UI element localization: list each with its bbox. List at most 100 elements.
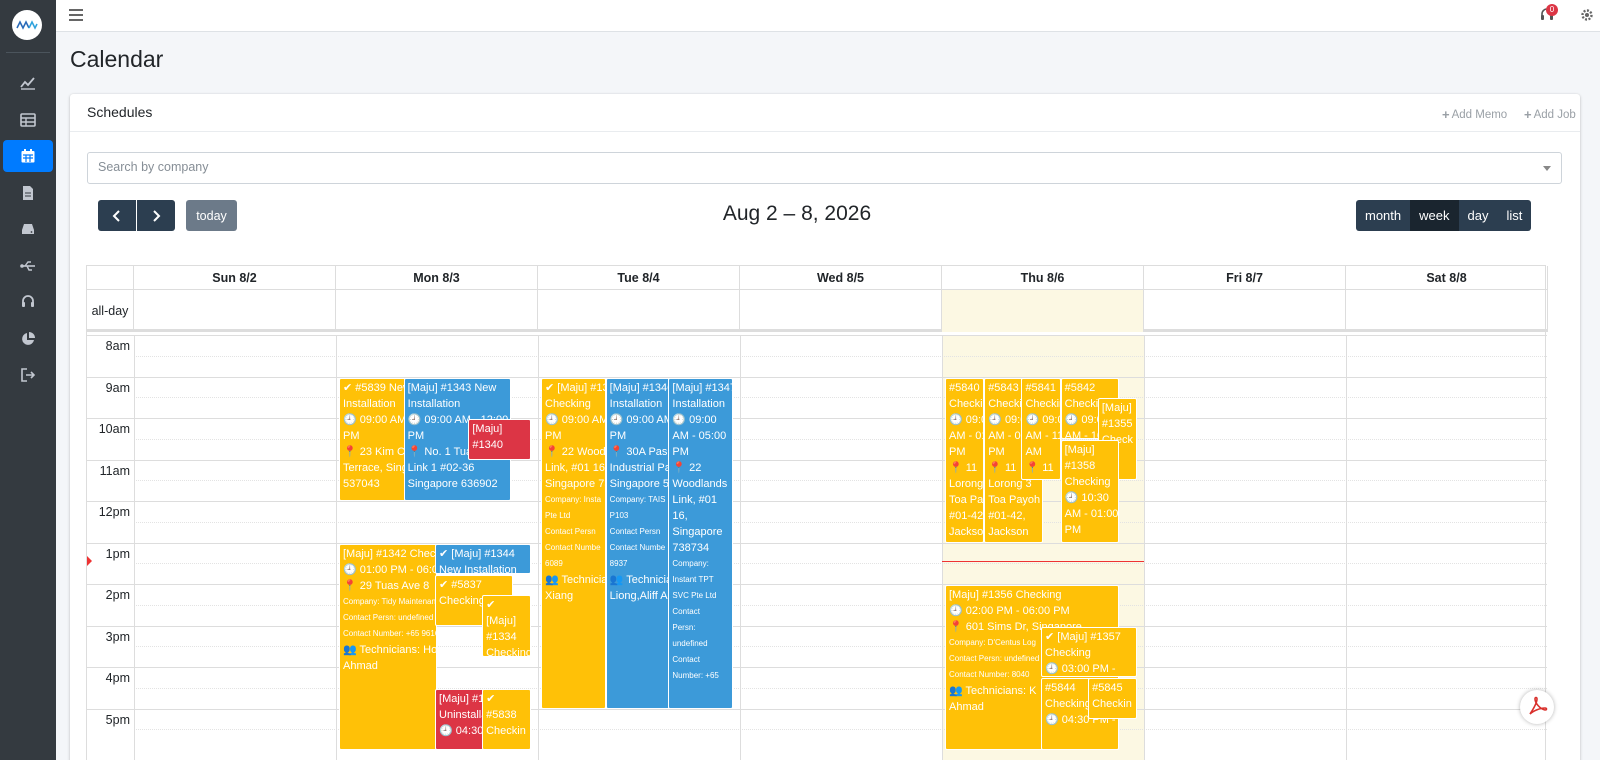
event-detail-line: Contact: [672, 654, 700, 664]
allday-cell[interactable]: [740, 290, 942, 332]
event-line: AM - 05:00: [672, 429, 727, 442]
calendar-event[interactable]: ✔ [Maju] #1334 Checking: [482, 595, 532, 657]
headset-icon: [22, 295, 34, 307]
day-column-line: [1346, 335, 1347, 760]
pdf-icon: [1529, 696, 1548, 715]
event-line: [Maju]: [1064, 443, 1095, 456]
hour-line: [87, 625, 1547, 627]
allday-cell[interactable]: [336, 290, 538, 332]
sidebar-item-chart-line[interactable]: [3, 67, 53, 99]
settings-button[interactable]: [1578, 6, 1596, 24]
company-search-input[interactable]: [98, 160, 1498, 174]
event-line: 738734: [672, 541, 710, 554]
event-line: Singapore: [672, 525, 723, 538]
event-line: 16,: [672, 509, 688, 522]
day-header: Sun 8/2: [134, 266, 336, 290]
sidebar-item-hdd[interactable]: [3, 213, 53, 245]
sidebar-item-file[interactable]: [3, 177, 53, 209]
event-line: #5838: [486, 708, 517, 721]
event-line: [Maju] #1343 New: [407, 381, 497, 394]
calendar-event[interactable]: [Maju] #1342 Checking 🕘 01:00 PM - 06:00 📍…: [339, 543, 437, 750]
event-detail-line: Contact Persn: [545, 526, 596, 536]
allday-cell[interactable]: [942, 290, 1144, 332]
sidebar-divider: [6, 52, 50, 53]
calendar-event[interactable]: ✔ [Maju] #1357Checking🕘 03:00 PM -04:30 …: [1041, 626, 1138, 678]
half-hour-line: [134, 521, 1547, 523]
menu-toggle-button[interactable]: [68, 7, 84, 23]
calendar-event[interactable]: #5845 Checkin: [1088, 678, 1138, 719]
event-line: Link, #01 16,: [545, 461, 606, 474]
app-logo[interactable]: [12, 10, 42, 40]
calendar-event[interactable]: [Maju] #1340: [468, 419, 532, 460]
date-range-title: Aug 2 – 8, 2026: [722, 202, 872, 225]
event-line: [Maju] #1347 New: [672, 381, 734, 394]
plus-icon: +: [1442, 107, 1450, 122]
event-line: 🕘 09:00 AM -: [545, 413, 605, 426]
calendar-event[interactable]: ✔ #5839 New Installation 🕘 09:00 AM - 12:0…: [339, 377, 406, 501]
notification-badge: 0: [1546, 4, 1558, 16]
day-header: Tue 8/4: [538, 266, 740, 290]
event-line: Jackson: [988, 525, 1029, 538]
time-label: 1pm: [105, 546, 130, 561]
add-memo-button[interactable]: + Add Memo: [1442, 107, 1507, 122]
sidebar-item-pie-chart[interactable]: [3, 323, 53, 355]
event-line: #1334: [486, 631, 517, 644]
add-job-button[interactable]: + Add Job: [1524, 107, 1576, 122]
view-week-button[interactable]: week: [1410, 200, 1459, 231]
day-column-line: [538, 335, 539, 760]
event-line: ✔: [486, 692, 496, 705]
sidebar-item-calendar[interactable]: [3, 140, 53, 172]
sidebar-item-table[interactable]: [3, 104, 53, 136]
event-line: Checking: [949, 397, 983, 410]
allday-cell[interactable]: [134, 290, 336, 332]
event-detail-line: SVC Pte Ltd: [672, 590, 717, 600]
event-detail-line: 8937: [609, 558, 628, 568]
allday-cell[interactable]: [1144, 290, 1346, 332]
event-line: 🕘 09:00 AM - 12:00: [343, 413, 406, 426]
day-column-line: [336, 335, 337, 760]
calendar-event[interactable]: ✔ [Maju] #1345 Checking 🕘 09:00 AM - PM 📍 22…: [541, 377, 606, 709]
prev-button[interactable]: [98, 200, 136, 231]
view-month-button[interactable]: month: [1356, 200, 1411, 231]
view-list-button[interactable]: list: [1497, 200, 1532, 231]
time-label: 5pm: [105, 712, 130, 727]
event-detail-line: Persn:: [672, 622, 696, 632]
event-line: PM: [1064, 523, 1082, 536]
event-line: Checkin: [1092, 698, 1132, 711]
calendar-event[interactable]: [Maju] #1346 Installation 🕘 09:00 AM - PM 📍 …: [605, 377, 671, 709]
company-search-select[interactable]: [87, 152, 1562, 184]
today-button[interactable]: today: [186, 200, 237, 231]
sidebar-item-usb[interactable]: [3, 250, 53, 282]
sidebar-item-sign-out[interactable]: [3, 359, 53, 391]
calendar-event[interactable]: #5840 Checking 🕘 09:00 AM - 01:00 PM 📍 11 Loro…: [945, 377, 985, 543]
hour-line: [87, 501, 1547, 502]
calendar-event[interactable]: ✔ #5838 Checkin: [482, 688, 532, 750]
event-line: ✔ #5839 New: [343, 381, 406, 394]
table-icon: [20, 112, 36, 127]
view-day-button[interactable]: day: [1458, 200, 1498, 231]
time-label: 8am: [105, 339, 130, 353]
schedules-card: Schedules +Add Memo +Add Job today Aug 2…: [70, 94, 1580, 760]
day-column-line: [740, 335, 741, 760]
event-line: AM - 01:00: [1064, 507, 1119, 520]
event-line: Checking: [1064, 475, 1111, 488]
hamburger-icon: [69, 9, 83, 21]
allday-cell[interactable]: [1346, 290, 1548, 332]
event-detail-line: Instant TPT: [672, 574, 714, 584]
page-title: Calendar: [70, 46, 164, 72]
calendar-event[interactable]: [Maju] #1358 Checking 🕘 10:30 AM - 01:00 PM: [1060, 439, 1120, 543]
next-button[interactable]: [137, 200, 175, 231]
hour-line: [87, 708, 1547, 710]
hour-line: [87, 418, 1547, 419]
export-pdf-button[interactable]: [1520, 690, 1554, 724]
hdd-icon: [22, 224, 34, 234]
calendar-event[interactable]: ✔ [Maju] #1344 New Installation: [435, 543, 532, 574]
calendar-event[interactable]: #5841 Checking 🕘 09:00 AM - 11:30 AM 📍 11: [1021, 377, 1061, 481]
calendar-event[interactable]: [Maju] #1347 New Installation 🕘 09:00 AM - …: [668, 377, 734, 709]
chart-line-icon: [20, 77, 35, 90]
sidebar-item-headset[interactable]: [3, 286, 53, 318]
allday-cell[interactable]: [538, 290, 740, 332]
event-detail-line: Contact: [672, 606, 700, 616]
event-line: #5845: [1092, 682, 1123, 695]
day-column-line: [1144, 335, 1145, 760]
